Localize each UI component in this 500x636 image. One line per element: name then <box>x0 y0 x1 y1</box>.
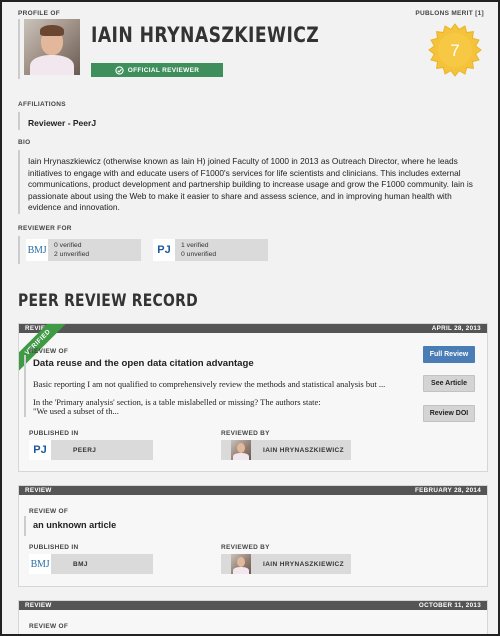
peer-review-record-title: PEER REVIEW RECORD <box>18 291 198 311</box>
review-excerpt: Basic reporting I am not qualified to co… <box>33 379 386 389</box>
journal-name: BMJ <box>73 561 88 568</box>
bmj-logo-icon: BMJ <box>26 239 48 261</box>
official-reviewer-badge: OFFICIAL REVIEWER <box>91 63 223 77</box>
review-doi-button[interactable]: Review DOI <box>423 405 475 422</box>
journal-stats: 1 verified 0 unverified <box>181 242 216 259</box>
review-card: REVIEW OCTOBER 11, 2013 REVIEW OF <box>18 600 488 634</box>
journal-stats: 0 verified 2 unverified <box>54 242 89 259</box>
reviewed-by-label: REVIEWED BY <box>221 430 270 437</box>
publons-merit-label[interactable]: PUBLONS MERIT [1] <box>415 10 484 17</box>
bio-label: BIO <box>18 139 31 146</box>
review-of-label: REVIEW OF <box>29 623 69 630</box>
review-of-label: REVIEW OF <box>29 508 69 515</box>
full-review-button[interactable]: Full Review <box>423 346 475 363</box>
peerj-logo-icon: PJ <box>153 239 175 261</box>
bmj-logo-icon: BMJ <box>29 554 51 574</box>
divider <box>24 355 26 417</box>
profile-name: IAIN HRYNASZKIEWICZ <box>91 23 320 47</box>
reviewer-name: IAIN HRYNASZKIEWICZ <box>263 561 345 568</box>
review-card: REVIEW FEBRUARY 28, 2014 REVIEW OF an un… <box>18 485 488 587</box>
divider <box>18 236 20 264</box>
merit-star-badge: 7 <box>428 23 482 77</box>
review-header-label: REVIEW <box>25 487 52 494</box>
review-date: OCTOBER 11, 2013 <box>418 602 481 609</box>
review-of-label: REVIEW OF <box>29 348 69 355</box>
verified-count: 1 verified <box>181 242 209 249</box>
profile-page: PROFILE OF IAIN HRYNASZKIEWICZ OFFICIAL … <box>0 0 500 636</box>
review-date: APRIL 28, 2013 <box>431 325 481 332</box>
review-card-header: REVIEW FEBRUARY 28, 2014 <box>19 486 487 495</box>
article-title[interactable]: Data reuse and the open data citation ad… <box>33 358 254 369</box>
check-circle-icon <box>115 65 124 75</box>
avatar[interactable] <box>24 19 80 75</box>
divider <box>18 112 20 130</box>
reviewer-name: IAIN HRYNASZKIEWICZ <box>263 447 345 454</box>
divider <box>18 19 20 79</box>
reviewer-avatar <box>231 554 251 574</box>
see-article-button[interactable]: See Article <box>423 375 475 392</box>
reviewer-for-label: REVIEWER FOR <box>18 225 72 232</box>
published-in-label: PUBLISHED IN <box>29 544 79 551</box>
merit-value: 7 <box>450 41 459 60</box>
bio-text: Iain Hrynaszkiewicz (otherwise known as … <box>28 156 473 213</box>
article-title[interactable]: an unknown article <box>33 520 116 530</box>
divider <box>18 150 20 214</box>
profile-of-label: PROFILE OF <box>18 10 60 17</box>
reviewed-by-label: REVIEWED BY <box>221 544 270 551</box>
unverified-count: 0 unverified <box>181 250 217 258</box>
affiliation-value: Reviewer - PeerJ <box>28 118 97 128</box>
review-header-label: REVIEW <box>25 602 52 609</box>
review-card: REVIEW APRIL 28, 2013 VERIFIED REVIEW OF… <box>18 323 488 472</box>
published-in-label: PUBLISHED IN <box>29 430 79 437</box>
review-date: FEBRUARY 28, 2014 <box>415 487 481 494</box>
review-card-header: REVIEW APRIL 28, 2013 <box>19 324 487 333</box>
star-badge-icon: 7 <box>428 23 482 77</box>
journal-name: PEERJ <box>73 447 97 454</box>
review-card-header: REVIEW OCTOBER 11, 2013 <box>19 601 487 610</box>
review-excerpt: "We used a subset of th... <box>33 406 119 416</box>
reviewer-avatar <box>231 440 251 460</box>
peerj-logo-icon: PJ <box>29 440 51 460</box>
badge-label: OFFICIAL REVIEWER <box>127 66 200 74</box>
divider <box>24 516 26 536</box>
unverified-count: 2 unverified <box>54 250 90 258</box>
affiliations-label: AFFILIATIONS <box>18 101 66 108</box>
verified-count: 0 verified <box>54 242 82 249</box>
